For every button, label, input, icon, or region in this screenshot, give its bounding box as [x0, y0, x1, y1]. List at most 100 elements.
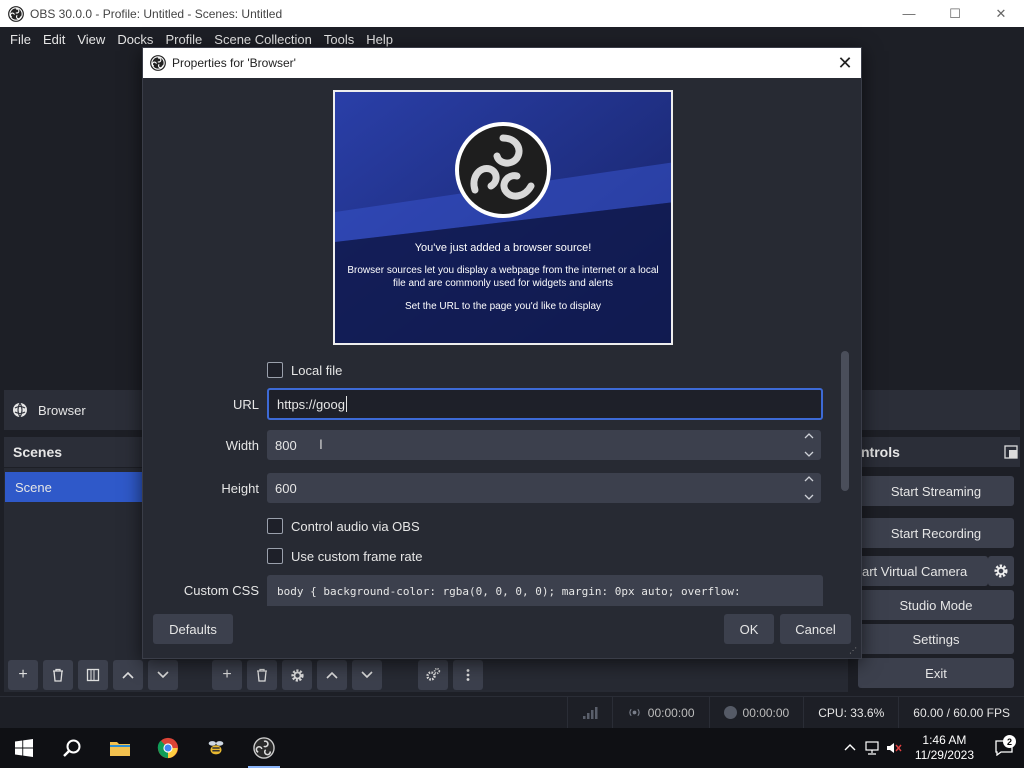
control-audio-row: Control audio via OBS: [153, 518, 839, 534]
settings-button[interactable]: Settings: [858, 624, 1014, 654]
height-row: Height 600: [153, 473, 839, 503]
custom-css-value: body { background-color: rgba(0, 0, 0, 0…: [277, 585, 741, 598]
network-status: [566, 696, 612, 729]
chevron-down-icon: [804, 451, 814, 457]
url-row: URL https://goog: [153, 388, 839, 420]
undock-icon[interactable]: [1004, 445, 1018, 459]
controls-dock-label: ntrols: [861, 444, 900, 460]
obs-logo-icon: [8, 5, 24, 22]
close-window-button[interactable]: ✕: [978, 0, 1024, 27]
volume-tray-icon[interactable]: [883, 741, 905, 755]
custom-css-row: Custom CSS body { background-color: rgba…: [153, 575, 839, 606]
dialog-titlebar: Properties for 'Browser' ✕: [143, 48, 861, 78]
control-audio-checkbox[interactable]: [267, 518, 283, 534]
taskbar-clock[interactable]: 1:46 AM 11/29/2023: [905, 733, 984, 763]
trash-icon: [53, 668, 63, 682]
studio-mode-button[interactable]: Studio Mode: [858, 590, 1014, 620]
menu-view[interactable]: View: [71, 27, 111, 53]
height-input[interactable]: 600: [267, 473, 821, 503]
search-icon: [63, 739, 81, 757]
move-source-down-button[interactable]: [352, 660, 382, 690]
add-scene-button[interactable]: +: [8, 660, 38, 690]
speaker-muted-icon: [886, 743, 902, 753]
network-tray-icon[interactable]: [861, 741, 883, 755]
broadcast-icon: [629, 708, 640, 717]
taskbar-search-button[interactable]: [48, 728, 96, 768]
menu-edit[interactable]: Edit: [37, 27, 71, 53]
gears-icon: [426, 667, 441, 681]
preview-body-line2: file and are commonly used for widgets a…: [392, 278, 614, 289]
resize-grip-icon[interactable]: ⋰: [849, 646, 859, 656]
remove-source-button[interactable]: [247, 660, 277, 690]
source-properties-button[interactable]: [282, 660, 312, 690]
local-file-checkbox[interactable]: [267, 362, 283, 378]
taskbar-bee-app[interactable]: [192, 728, 240, 768]
remove-scene-button[interactable]: [43, 660, 73, 690]
move-scene-down-button[interactable]: [148, 660, 178, 690]
windows-logo-icon: [15, 739, 33, 757]
more-options-button[interactable]: [453, 660, 483, 690]
start-streaming-button[interactable]: Start Streaming: [858, 476, 1014, 506]
url-label: URL: [232, 396, 259, 412]
width-value: 800: [275, 437, 297, 453]
text-caret: [345, 396, 347, 412]
custom-frame-rate-checkbox[interactable]: [267, 548, 283, 564]
width-label: Width: [225, 437, 259, 453]
defaults-button[interactable]: Defaults: [153, 614, 233, 644]
fps-status: 60.00 / 60.00 FPS: [898, 696, 1024, 729]
chevron-up-icon: [804, 433, 814, 439]
window-titlebar: OBS 30.0.0 - Profile: Untitled - Scenes:…: [0, 0, 1024, 27]
folder-icon: [110, 742, 130, 756]
record-time: 00:00:00: [742, 705, 790, 720]
chevron-down-icon: [157, 671, 169, 679]
taskbar-file-explorer[interactable]: [96, 728, 144, 768]
scene-filters-button[interactable]: [78, 660, 108, 690]
start-recording-button[interactable]: Start Recording: [858, 518, 1014, 548]
width-input[interactable]: 800 Ι: [267, 430, 821, 460]
record-status: 00:00:00: [708, 696, 804, 729]
local-file-row: Local file: [153, 362, 839, 378]
virtual-camera-settings-button[interactable]: [988, 556, 1014, 586]
taskbar-obs[interactable]: [240, 728, 288, 768]
scenes-dock-title: Scenes: [4, 437, 144, 467]
form-scrollbar[interactable]: [841, 351, 849, 491]
windows-taskbar: 1:46 AM 11/29/2023 2: [0, 728, 1024, 768]
move-source-up-button[interactable]: [317, 660, 347, 690]
show-hidden-icons-button[interactable]: [839, 742, 861, 754]
preview-headline: You've just added a browser source!: [414, 242, 592, 254]
dock-toolbar: + +: [4, 658, 848, 692]
exit-button[interactable]: Exit: [858, 658, 1014, 688]
fps-value: 60.00 / 60.00 FPS: [913, 705, 1010, 720]
maximize-button[interactable]: ☐: [932, 0, 978, 27]
url-input[interactable]: https://goog: [267, 388, 823, 420]
audio-mixer-settings-button[interactable]: [418, 660, 448, 690]
cancel-button[interactable]: Cancel: [780, 614, 851, 644]
height-spinner[interactable]: [803, 476, 815, 500]
custom-css-editor[interactable]: body { background-color: rgba(0, 0, 0, 0…: [267, 575, 823, 606]
start-virtual-camera-button[interactable]: art Virtual Camera: [858, 556, 988, 586]
move-scene-up-button[interactable]: [113, 660, 143, 690]
filter-icon: [86, 668, 100, 682]
properties-form: Local file URL https://goog Width 800 Ι …: [153, 346, 839, 606]
dialog-title: Properties for 'Browser': [172, 56, 296, 70]
notification-center-button[interactable]: 2: [984, 735, 1024, 756]
controls-panel: Start Streaming Start Recording art Virt…: [852, 468, 1020, 692]
stream-status: 00:00:00: [611, 696, 709, 729]
window-title: OBS 30.0.0 - Profile: Untitled - Scenes:…: [30, 6, 283, 21]
browser-source-preview: You've just added a browser source! Brow…: [333, 90, 673, 345]
start-button[interactable]: [0, 728, 48, 768]
chrome-icon: [157, 737, 179, 759]
system-tray: 1:46 AM 11/29/2023 2: [839, 728, 1024, 768]
minimize-button[interactable]: —: [886, 0, 932, 27]
custom-frame-rate-row: Use custom frame rate: [153, 548, 839, 564]
scene-list-item[interactable]: Scene: [5, 472, 143, 502]
add-source-button[interactable]: +: [212, 660, 242, 690]
width-spinner[interactable]: [803, 433, 815, 457]
taskbar-chrome[interactable]: [144, 728, 192, 768]
ok-button[interactable]: OK: [724, 614, 774, 644]
chevron-up-icon: [804, 476, 814, 482]
signal-bars-icon: [582, 706, 598, 719]
menu-file[interactable]: File: [4, 27, 37, 53]
dialog-close-button[interactable]: ✕: [829, 53, 861, 74]
chevron-down-icon: [361, 671, 373, 679]
